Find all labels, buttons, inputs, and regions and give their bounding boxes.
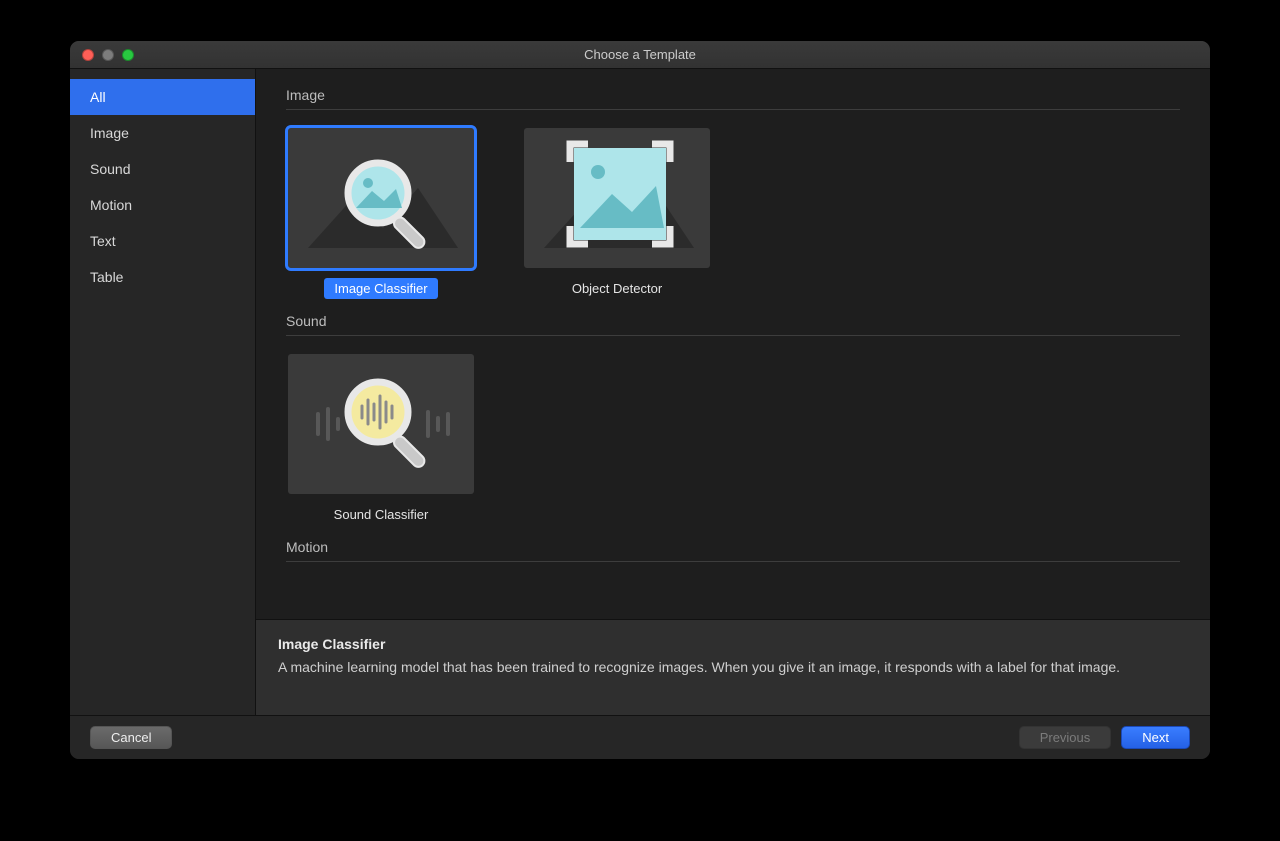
object-detector-icon bbox=[524, 128, 710, 268]
template-label: Sound Classifier bbox=[324, 504, 439, 525]
sidebar-item-motion[interactable]: Motion bbox=[70, 187, 255, 223]
main-panel: Image bbox=[256, 69, 1210, 715]
sidebar-item-sound[interactable]: Sound bbox=[70, 151, 255, 187]
template-scroll-area[interactable]: Image bbox=[256, 69, 1210, 619]
footer: Cancel Previous Next bbox=[70, 715, 1210, 759]
section-header-image: Image bbox=[286, 87, 1180, 110]
window-body: All Image Sound Motion Text Table Image bbox=[70, 69, 1210, 715]
image-classifier-icon bbox=[288, 128, 474, 268]
window-title: Choose a Template bbox=[70, 47, 1210, 62]
section-header-motion: Motion bbox=[286, 539, 1180, 562]
window-controls bbox=[82, 49, 134, 61]
minimize-window-button[interactable] bbox=[102, 49, 114, 61]
template-sound-classifier[interactable]: Sound Classifier bbox=[288, 354, 474, 525]
close-window-button[interactable] bbox=[82, 49, 94, 61]
template-label: Image Classifier bbox=[324, 278, 437, 299]
template-object-detector[interactable]: Object Detector bbox=[524, 128, 710, 299]
description-body: A machine learning model that has been t… bbox=[278, 658, 1188, 677]
image-classifier-thumb bbox=[288, 128, 474, 268]
sound-grid: Sound Classifier bbox=[286, 354, 1180, 525]
sidebar-item-image[interactable]: Image bbox=[70, 115, 255, 151]
section-motion: Motion bbox=[286, 539, 1180, 562]
template-label: Object Detector bbox=[562, 278, 672, 299]
category-sidebar: All Image Sound Motion Text Table bbox=[70, 69, 256, 715]
section-sound: Sound bbox=[286, 313, 1180, 525]
section-header-sound: Sound bbox=[286, 313, 1180, 336]
sidebar-item-text[interactable]: Text bbox=[70, 223, 255, 259]
template-chooser-window: Choose a Template All Image Sound Motion… bbox=[69, 40, 1211, 760]
previous-button[interactable]: Previous bbox=[1019, 726, 1112, 749]
titlebar: Choose a Template bbox=[70, 41, 1210, 69]
section-image: Image bbox=[286, 87, 1180, 299]
image-grid: Image Classifier bbox=[286, 128, 1180, 299]
zoom-window-button[interactable] bbox=[122, 49, 134, 61]
object-detector-thumb bbox=[524, 128, 710, 268]
sound-classifier-thumb bbox=[288, 354, 474, 494]
sidebar-item-table[interactable]: Table bbox=[70, 259, 255, 295]
description-panel: Image Classifier A machine learning mode… bbox=[256, 619, 1210, 715]
next-button[interactable]: Next bbox=[1121, 726, 1190, 749]
cancel-button[interactable]: Cancel bbox=[90, 726, 172, 749]
template-image-classifier[interactable]: Image Classifier bbox=[288, 128, 474, 299]
description-title: Image Classifier bbox=[278, 636, 1188, 652]
sidebar-item-all[interactable]: All bbox=[70, 79, 255, 115]
sound-classifier-icon bbox=[288, 354, 474, 494]
